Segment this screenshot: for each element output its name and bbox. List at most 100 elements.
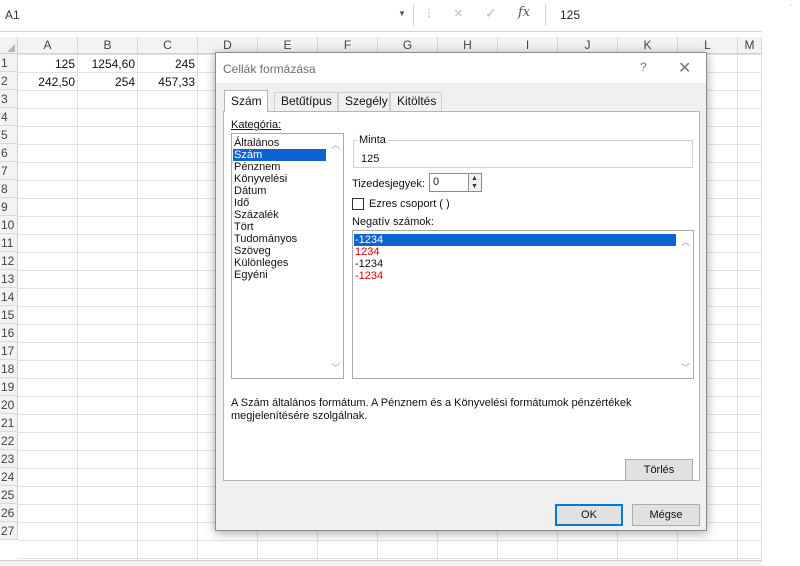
category-item[interactable]: Dátum — [233, 185, 326, 197]
tab-fill[interactable]: Kitöltés — [390, 92, 442, 111]
row-header-24[interactable]: 24 — [0, 468, 18, 486]
row-header-19[interactable]: 19 — [0, 378, 18, 396]
stepper-down-icon[interactable]: ▼ — [471, 183, 478, 191]
row-header-26[interactable]: 26 — [0, 504, 18, 522]
formula-input[interactable]: 125 — [560, 8, 580, 22]
category-item[interactable]: Könyvelési — [233, 173, 326, 185]
row-header-16[interactable]: 16 — [0, 324, 18, 342]
category-item[interactable]: Különleges — [233, 257, 326, 269]
column-gridline — [761, 54, 762, 566]
sample-box — [353, 140, 693, 168]
column-gridline — [77, 54, 78, 566]
category-item[interactable]: Tudományos — [233, 233, 326, 245]
column-header-c[interactable]: C — [138, 37, 198, 54]
row-header-15[interactable]: 15 — [0, 306, 18, 324]
row-header-7[interactable]: 7 — [0, 162, 18, 180]
row-header-11[interactable]: 11 — [0, 234, 18, 252]
delete-button[interactable]: Törlés — [625, 459, 693, 481]
tab-font[interactable]: Betűtípus — [274, 92, 338, 111]
column-header-a[interactable]: A — [18, 37, 78, 54]
tab-number[interactable]: Szám — [224, 90, 268, 112]
row-header-22[interactable]: 22 — [0, 432, 18, 450]
row-header-2[interactable]: 2 — [0, 72, 18, 90]
row-header-9[interactable]: 9 — [0, 198, 18, 216]
row-header-20[interactable]: 20 — [0, 396, 18, 414]
category-item[interactable]: Százalék — [233, 209, 326, 221]
row-header-13[interactable]: 13 — [0, 270, 18, 288]
column-header-m[interactable]: M — [738, 37, 762, 54]
row-header-4[interactable]: 4 — [0, 108, 18, 126]
formula-bar-grip-icon[interactable]: ⋮ — [424, 8, 434, 19]
thousands-checkbox[interactable] — [352, 198, 364, 210]
ok-button[interactable]: OK — [555, 504, 623, 526]
row-header-5[interactable]: 5 — [0, 126, 18, 144]
cell-a2[interactable]: 242,50 — [18, 73, 78, 91]
insert-function-icon[interactable]: fx — [518, 5, 530, 20]
decimals-input[interactable]: 0 — [429, 173, 469, 192]
dialog-title: Cellák formázása — [223, 62, 316, 76]
row-header-10[interactable]: 10 — [0, 216, 18, 234]
enter-entry-icon[interactable]: ✓ — [485, 5, 497, 22]
scroll-down-icon[interactable]: ﹀ — [681, 361, 690, 374]
row-header-3[interactable]: 3 — [0, 90, 18, 108]
sample-value: 125 — [361, 153, 380, 165]
category-item[interactable]: Pénznem — [233, 161, 326, 173]
row-header-27[interactable]: 27 — [0, 522, 18, 540]
name-box-value[interactable]: A1 — [5, 8, 20, 22]
row-header-23[interactable]: 23 — [0, 450, 18, 468]
negative-format-option[interactable]: 1234 — [354, 246, 676, 258]
cancel-button[interactable]: Mégse — [632, 504, 700, 526]
sheet-tab-bar — [0, 560, 762, 566]
category-item[interactable]: Idő — [233, 197, 326, 209]
sample-label: Minta — [357, 134, 388, 146]
negative-format-option[interactable]: -1234 — [354, 234, 676, 246]
category-item[interactable]: Általános — [233, 137, 326, 149]
row-header-14[interactable]: 14 — [0, 288, 18, 306]
decimals-label: Tizedesjegyek: — [352, 178, 425, 190]
row-header-18[interactable]: 18 — [0, 360, 18, 378]
negative-numbers-list[interactable]: -1234 1234 -1234 -1234 ︿ ﹀ — [352, 230, 694, 379]
scroll-up-icon[interactable]: ︿ — [331, 138, 340, 151]
column-header-b[interactable]: B — [78, 37, 138, 54]
number-tab-panel: Kategória: Általános Szám Pénznem Könyvelés… — [223, 111, 700, 481]
negative-format-option[interactable]: -1234 — [354, 270, 676, 282]
column-gridline — [137, 54, 138, 566]
cell-c2[interactable]: 457,33 — [138, 73, 198, 91]
category-list[interactable]: Általános Szám Pénznem Könyvelési Dátum Idő Sz… — [231, 133, 344, 379]
tab-border[interactable]: Szegély — [338, 92, 390, 111]
negative-format-option[interactable]: -1234 — [354, 258, 676, 270]
category-item[interactable]: Szám — [233, 149, 326, 161]
row-header-8[interactable]: 8 — [0, 180, 18, 198]
category-label: Kategória: — [231, 119, 282, 131]
category-item[interactable]: Tört — [233, 221, 326, 233]
name-box-dropdown-icon[interactable]: ▼ — [398, 9, 406, 18]
stepper-up-icon[interactable]: ▲ — [471, 175, 478, 183]
column-gridline — [737, 54, 738, 566]
row-header-1[interactable]: 1 — [0, 54, 18, 72]
name-box[interactable]: A1 ▼ — [0, 4, 414, 26]
format-cells-dialog: Cellák formázása ? ✕ Szám Betűtípus Szeg… — [215, 52, 707, 531]
help-icon[interactable]: ? — [640, 60, 647, 74]
dialog-titlebar[interactable]: Cellák formázása ? ✕ — [216, 53, 706, 83]
close-icon[interactable]: ✕ — [678, 58, 691, 78]
scroll-down-icon[interactable]: ﹀ — [331, 361, 340, 374]
thousands-label[interactable]: Ezres csoport ( ) — [369, 198, 450, 210]
scroll-up-icon[interactable]: ︿ — [681, 235, 690, 248]
cell-b2[interactable]: 254 — [78, 73, 138, 91]
row-header-17[interactable]: 17 — [0, 342, 18, 360]
cell-b1[interactable]: 1254,60 — [78, 55, 138, 73]
row-header-6[interactable]: 6 — [0, 144, 18, 162]
select-all-corner[interactable] — [0, 37, 18, 54]
formula-bar-divider — [545, 4, 546, 26]
category-item[interactable]: Egyéni — [233, 269, 326, 281]
cell-a1[interactable]: 125 — [18, 55, 78, 73]
row-header-25[interactable]: 25 — [0, 486, 18, 504]
edge-mark-icon: ˙ — [790, 4, 793, 14]
decimals-stepper[interactable]: ▲ ▼ — [468, 173, 482, 192]
cell-c1[interactable]: 245 — [138, 55, 198, 73]
cancel-entry-icon[interactable]: × — [454, 5, 463, 22]
category-item[interactable]: Szöveg — [233, 245, 326, 257]
row-header-12[interactable]: 12 — [0, 252, 18, 270]
negative-label: Negatív számok: — [352, 216, 434, 228]
row-header-21[interactable]: 21 — [0, 414, 18, 432]
